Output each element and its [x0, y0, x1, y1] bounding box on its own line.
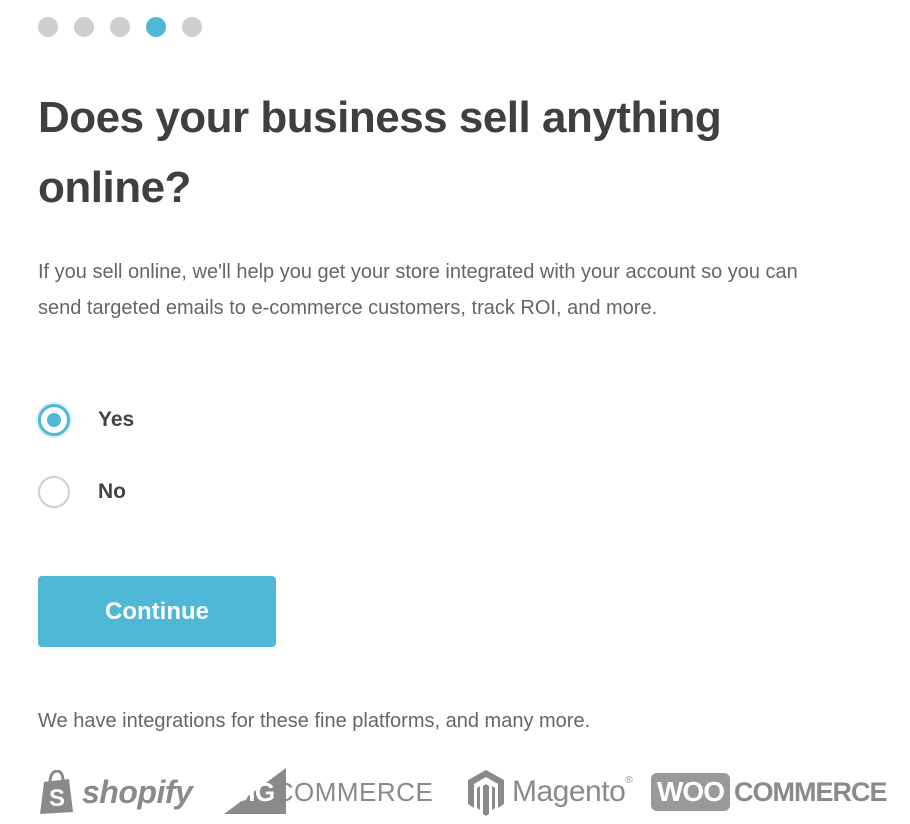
magento-hex-icon	[468, 770, 504, 816]
question-title: Does your business sell anything online?	[38, 93, 722, 212]
continue-button[interactable]: Continue	[38, 576, 276, 647]
woo-badge: WOO	[651, 773, 730, 811]
woocommerce-wordmark: COMMERCE	[734, 776, 887, 807]
svg-text:S: S	[49, 785, 65, 812]
integrations-text: We have integrations for these fine plat…	[38, 710, 591, 732]
progress-dot-3	[110, 17, 130, 37]
woocommerce-logo: WOO COMMERCE	[651, 764, 887, 820]
question-description: If you sell online, we'll help you get y…	[38, 261, 798, 319]
magento-wordmark: Magento®	[512, 775, 633, 809]
progress-dot-2	[74, 17, 94, 37]
progress-dot-5	[182, 17, 202, 37]
magento-logo: Magento®	[466, 764, 633, 820]
bigcommerce-wordmark-commerce: COMMERCE	[274, 776, 434, 807]
no-radio-button[interactable]	[38, 476, 70, 508]
magento-wordmark-text: Magento	[512, 775, 626, 808]
bigcommerce-wordmark-big: BIG	[230, 776, 275, 807]
no-label: No	[98, 480, 126, 503]
progress-dot-1	[38, 17, 58, 37]
platform-logos: S shopify BIG COMMERCE Magento® WOO COMM…	[38, 764, 887, 824]
shopify-wordmark: shopify	[82, 773, 193, 810]
bigcommerce-logo: BIG COMMERCE	[222, 764, 433, 820]
shopping-bag-icon: S	[40, 770, 73, 814]
yes-radio-button[interactable]	[38, 404, 70, 436]
yes-label: Yes	[98, 408, 135, 431]
magento-registered-mark: ®	[625, 775, 633, 786]
shopify-logo: S shopify	[38, 764, 193, 820]
progress-dot-4-current	[146, 17, 166, 37]
option-no[interactable]: No	[38, 476, 126, 508]
option-yes[interactable]: Yes	[38, 404, 134, 436]
progress-dots	[38, 17, 202, 37]
